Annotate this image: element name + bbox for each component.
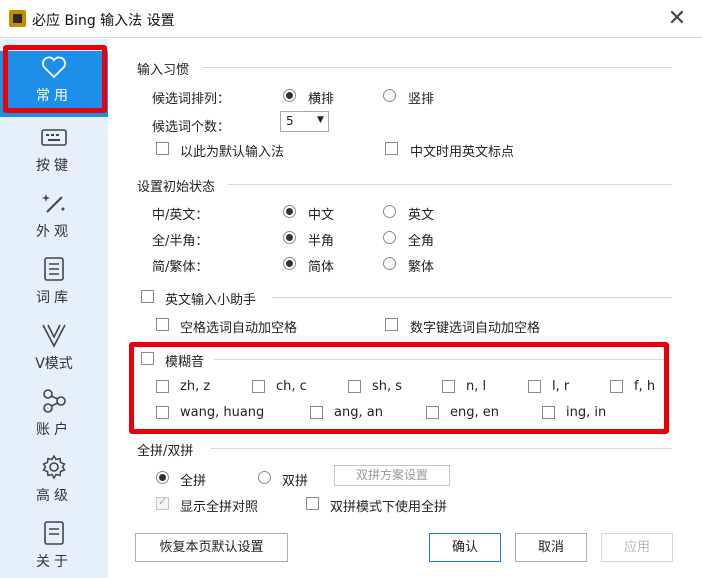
restore-defaults-button[interactable]: 恢复本页默认设置 bbox=[135, 533, 288, 562]
sidebar-item-label: 词库 bbox=[36, 290, 72, 306]
full-pinyin-radio[interactable] bbox=[156, 471, 169, 484]
sidebar-item-keys[interactable]: 按键 bbox=[0, 121, 108, 187]
vertical-label: 竖排 bbox=[408, 92, 435, 107]
divider bbox=[202, 67, 672, 68]
magic-wand-icon bbox=[40, 189, 68, 217]
section-title-pinyin: 全拼/双拼 bbox=[137, 444, 194, 459]
count-label: 候选词个数： bbox=[152, 120, 231, 135]
default-ime-label: 以此为默认输入法 bbox=[180, 145, 285, 160]
space-auto-label: 空格选词自动加空格 bbox=[180, 321, 298, 336]
close-button[interactable]: ✕ bbox=[664, 6, 690, 32]
full-pinyin-label: 全拼 bbox=[180, 474, 207, 489]
section-title-initial: 设置初始状态 bbox=[137, 180, 216, 195]
apply-button[interactable]: 应用 bbox=[601, 533, 673, 562]
arrange-label: 候选词排列： bbox=[152, 92, 231, 107]
sidebar-item-label: 外观 bbox=[36, 224, 72, 240]
sidebar-item-label: 关于 bbox=[36, 554, 72, 570]
section-title-helper: 英文输入小助手 bbox=[165, 293, 257, 308]
sidebar-item-label: 按键 bbox=[36, 158, 72, 174]
english-label: 英文 bbox=[408, 208, 435, 223]
highlight-box bbox=[3, 45, 107, 113]
sidebar-item-account[interactable]: 账户 bbox=[0, 385, 108, 451]
sidebar-item-appearance[interactable]: 外观 bbox=[0, 187, 108, 253]
double-use-full-checkbox[interactable] bbox=[306, 497, 319, 510]
half-width-radio[interactable] bbox=[283, 231, 296, 244]
traditional-label: 繁体 bbox=[408, 260, 435, 275]
double-pinyin-radio[interactable] bbox=[258, 471, 271, 484]
candidate-count-value: 5 bbox=[286, 114, 294, 128]
english-radio[interactable] bbox=[383, 205, 396, 218]
sidebar-item-label: 账户 bbox=[36, 422, 72, 438]
script-label: 简/繁体： bbox=[152, 260, 209, 275]
double-scheme-button[interactable]: 双拼方案设置 bbox=[334, 465, 450, 486]
gear-icon bbox=[40, 453, 68, 481]
half-width-label: 半角 bbox=[308, 234, 335, 249]
sidebar-item-v-mode[interactable]: V模式 bbox=[0, 319, 108, 385]
highlight-box bbox=[129, 342, 669, 434]
divider bbox=[210, 448, 672, 449]
app-logo-icon bbox=[9, 10, 26, 27]
cn-en-label: 中/英文： bbox=[152, 208, 209, 223]
sidebar-item-label: V模式 bbox=[35, 356, 73, 372]
chinese-radio[interactable] bbox=[283, 205, 296, 218]
sidebar-item-about[interactable]: 关于 bbox=[0, 517, 108, 578]
chinese-label: 中文 bbox=[308, 208, 335, 223]
horizontal-radio[interactable] bbox=[283, 89, 296, 102]
full-width-label: 全角 bbox=[408, 234, 435, 249]
show-full-checkbox[interactable] bbox=[156, 495, 169, 510]
double-use-full-label: 双拼模式下使用全拼 bbox=[330, 500, 448, 515]
default-ime-checkbox[interactable] bbox=[156, 142, 169, 155]
chevron-down-icon: ▼ bbox=[317, 115, 324, 125]
space-auto-checkbox[interactable] bbox=[156, 318, 169, 331]
vertical-radio[interactable] bbox=[383, 89, 396, 102]
digit-auto-checkbox[interactable] bbox=[385, 318, 398, 331]
document-icon bbox=[40, 255, 68, 283]
full-width-radio[interactable] bbox=[383, 231, 396, 244]
english-punct-checkbox[interactable] bbox=[385, 142, 398, 155]
english-punct-label: 中文时用英文标点 bbox=[410, 145, 515, 160]
keyboard-icon bbox=[40, 123, 68, 151]
sidebar-item-advanced[interactable]: 高级 bbox=[0, 451, 108, 517]
divider bbox=[272, 297, 672, 298]
horizontal-label: 横排 bbox=[308, 92, 335, 107]
ok-button[interactable]: 确认 bbox=[429, 533, 501, 562]
share-nodes-icon bbox=[40, 387, 68, 415]
simplified-label: 简体 bbox=[308, 260, 335, 275]
candidate-count-select[interactable]: 5 ▼ bbox=[280, 111, 329, 132]
digit-auto-label: 数字键选词自动加空格 bbox=[410, 321, 541, 336]
width-label: 全/半角： bbox=[152, 234, 209, 249]
double-pinyin-label: 双拼 bbox=[282, 474, 309, 489]
section-title-habits: 输入习惯 bbox=[137, 63, 190, 78]
window-title: 必应 Bing 输入法 设置 bbox=[32, 13, 175, 29]
cancel-button[interactable]: 取消 bbox=[515, 533, 587, 562]
v-icon bbox=[40, 321, 68, 349]
show-full-label: 显示全拼对照 bbox=[180, 500, 259, 515]
document-lines-icon bbox=[40, 519, 68, 547]
divider bbox=[228, 184, 672, 185]
english-helper-checkbox[interactable] bbox=[141, 290, 154, 303]
simplified-radio[interactable] bbox=[283, 257, 296, 270]
traditional-radio[interactable] bbox=[383, 257, 396, 270]
sidebar-item-label: 高级 bbox=[36, 488, 72, 504]
sidebar: 常用 按键 外观 词库 V模式 账户 高级 关于 bbox=[0, 39, 108, 578]
title-bar: 必应 Bing 输入法 设置 ✕ bbox=[0, 0, 702, 38]
sidebar-item-dictionary[interactable]: 词库 bbox=[0, 253, 108, 319]
